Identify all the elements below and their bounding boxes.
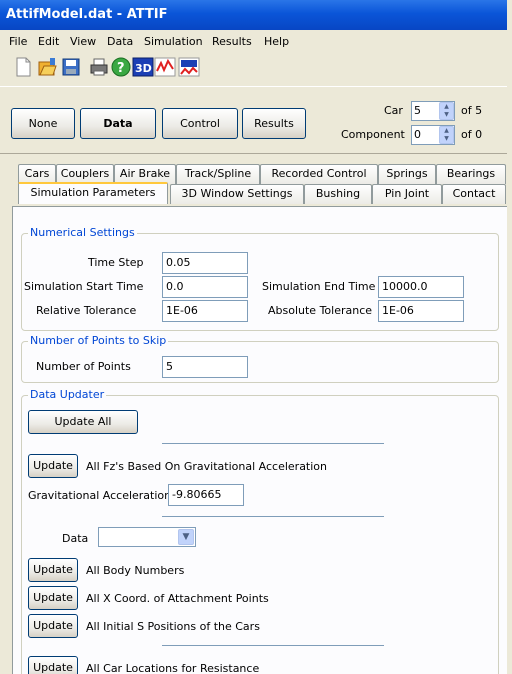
relative-tolerance-field[interactable]: 1E-06: [162, 300, 248, 322]
data-select[interactable]: ▼: [98, 527, 196, 547]
x-coord-text: All X Coord. of Attachment Points: [86, 592, 269, 605]
separator: [162, 645, 384, 646]
numerical-settings-group: Numerical Settings Time Step 0.05 Simula…: [21, 226, 499, 331]
tab-pane: Cars Couplers Air Brake Track/Spline Rec…: [12, 162, 510, 674]
tab-row-2: Simulation Parameters 3D Window Settings…: [12, 182, 510, 204]
tab-bearings[interactable]: Bearings: [436, 164, 506, 184]
tab-simulation-parameters[interactable]: Simulation Parameters: [18, 182, 168, 204]
tab-contact[interactable]: Contact: [442, 184, 506, 204]
tab-air-brake[interactable]: Air Brake: [114, 164, 176, 184]
svg-text:?: ?: [117, 61, 125, 76]
data-label: Data: [62, 532, 89, 545]
svg-text:3D: 3D: [135, 62, 152, 75]
car-spin-buttons[interactable]: ▲ ▼: [439, 102, 454, 120]
tab-row-1: Cars Couplers Air Brake Track/Spline Rec…: [12, 164, 510, 184]
car-label: Car: [384, 104, 403, 117]
start-time-field[interactable]: 0.0: [162, 276, 248, 298]
tab-springs[interactable]: Springs: [378, 164, 436, 184]
end-time-label: Simulation End Time: [262, 280, 376, 293]
3d-view-icon[interactable]: 3D: [132, 56, 154, 78]
car-locations-text: All Car Locations for Resistance: [86, 662, 260, 674]
menu-data[interactable]: Data: [107, 35, 133, 48]
component-spin-buttons[interactable]: ▲ ▼: [439, 126, 454, 144]
update-body-numbers-button[interactable]: Update: [28, 558, 78, 582]
update-all-button[interactable]: Update All: [28, 410, 138, 434]
help-icon[interactable]: ?: [110, 56, 132, 78]
points-to-skip-group: Number of Points to Skip Number of Point…: [21, 334, 499, 383]
menu-simulation[interactable]: Simulation: [144, 35, 203, 48]
print-icon[interactable]: [88, 56, 110, 78]
numerical-settings-title: Numerical Settings: [28, 226, 137, 239]
start-time-label: Simulation Start Time: [24, 280, 144, 293]
window-title: AttifModel.dat - ATTIF: [0, 0, 512, 30]
tab-bushing[interactable]: Bushing: [304, 184, 372, 204]
absolute-tolerance-label: Absolute Tolerance: [268, 304, 373, 317]
update-fz-button[interactable]: Update: [28, 454, 78, 478]
end-time-field[interactable]: 10000.0: [378, 276, 464, 298]
save-icon[interactable]: [60, 56, 82, 78]
window-edge: [507, 0, 512, 674]
menu-view[interactable]: View: [70, 35, 96, 48]
menu-edit[interactable]: Edit: [38, 35, 59, 48]
toolbar: ? 3D: [0, 53, 512, 81]
component-count: of 0: [461, 128, 483, 141]
tab-recorded-control[interactable]: Recorded Control: [260, 164, 378, 184]
update-x-coord-button[interactable]: Update: [28, 586, 78, 610]
initial-s-text: All Initial S Positions of the Cars: [86, 620, 260, 633]
new-file-icon[interactable]: [12, 56, 34, 78]
update-initial-s-button[interactable]: Update: [28, 614, 78, 638]
car-count: of 5: [461, 104, 483, 117]
tab-pin-joint[interactable]: Pin Joint: [372, 184, 442, 204]
points-to-skip-title: Number of Points to Skip: [28, 334, 169, 347]
update-car-locations-button[interactable]: Update: [28, 656, 78, 674]
plot-icon[interactable]: [154, 56, 176, 78]
tab-3d-window-settings[interactable]: 3D Window Settings: [170, 184, 304, 204]
data-updater-group: Data Updater Update All Update All Fz's …: [21, 388, 499, 674]
3d-plot-icon[interactable]: [178, 56, 200, 78]
grav-accel-field[interactable]: -9.80665: [168, 484, 244, 506]
separator: [162, 443, 384, 444]
component-label: Component: [341, 128, 405, 141]
grav-accel-label: Gravitational Acceleration: [28, 489, 172, 502]
menu-results[interactable]: Results: [212, 35, 252, 48]
separator: [162, 516, 384, 517]
data-updater-title: Data Updater: [28, 388, 107, 401]
tab-track-spline[interactable]: Track/Spline: [176, 164, 260, 184]
absolute-tolerance-field[interactable]: 1E-06: [378, 300, 464, 322]
results-button[interactable]: Results: [242, 108, 306, 139]
control-panel: None Data Control Results Car 5 ▲ ▼ of 5 …: [0, 86, 512, 154]
none-button[interactable]: None: [11, 108, 75, 139]
number-of-points-label: Number of Points: [36, 360, 131, 373]
menu-help[interactable]: Help: [264, 35, 289, 48]
relative-tolerance-label: Relative Tolerance: [36, 304, 137, 317]
open-folder-icon[interactable]: [36, 56, 58, 78]
fz-update-text: All Fz's Based On Gravitational Accelera…: [86, 460, 328, 473]
menu-file[interactable]: File: [9, 35, 27, 48]
menu-bar: File Edit View Data Simulation Results H…: [0, 30, 512, 53]
time-step-label: Time Step: [88, 256, 144, 269]
tab-couplers[interactable]: Couplers: [56, 164, 114, 184]
number-of-points-field[interactable]: 5: [162, 356, 248, 378]
chevron-down-icon[interactable]: ▼: [178, 529, 194, 545]
time-step-field[interactable]: 0.05: [162, 252, 248, 274]
data-button[interactable]: Data: [80, 108, 156, 139]
tab-content: Numerical Settings Time Step 0.05 Simula…: [12, 206, 510, 674]
control-button[interactable]: Control: [162, 108, 238, 139]
body-numbers-text: All Body Numbers: [86, 564, 185, 577]
tab-cars[interactable]: Cars: [18, 164, 56, 184]
